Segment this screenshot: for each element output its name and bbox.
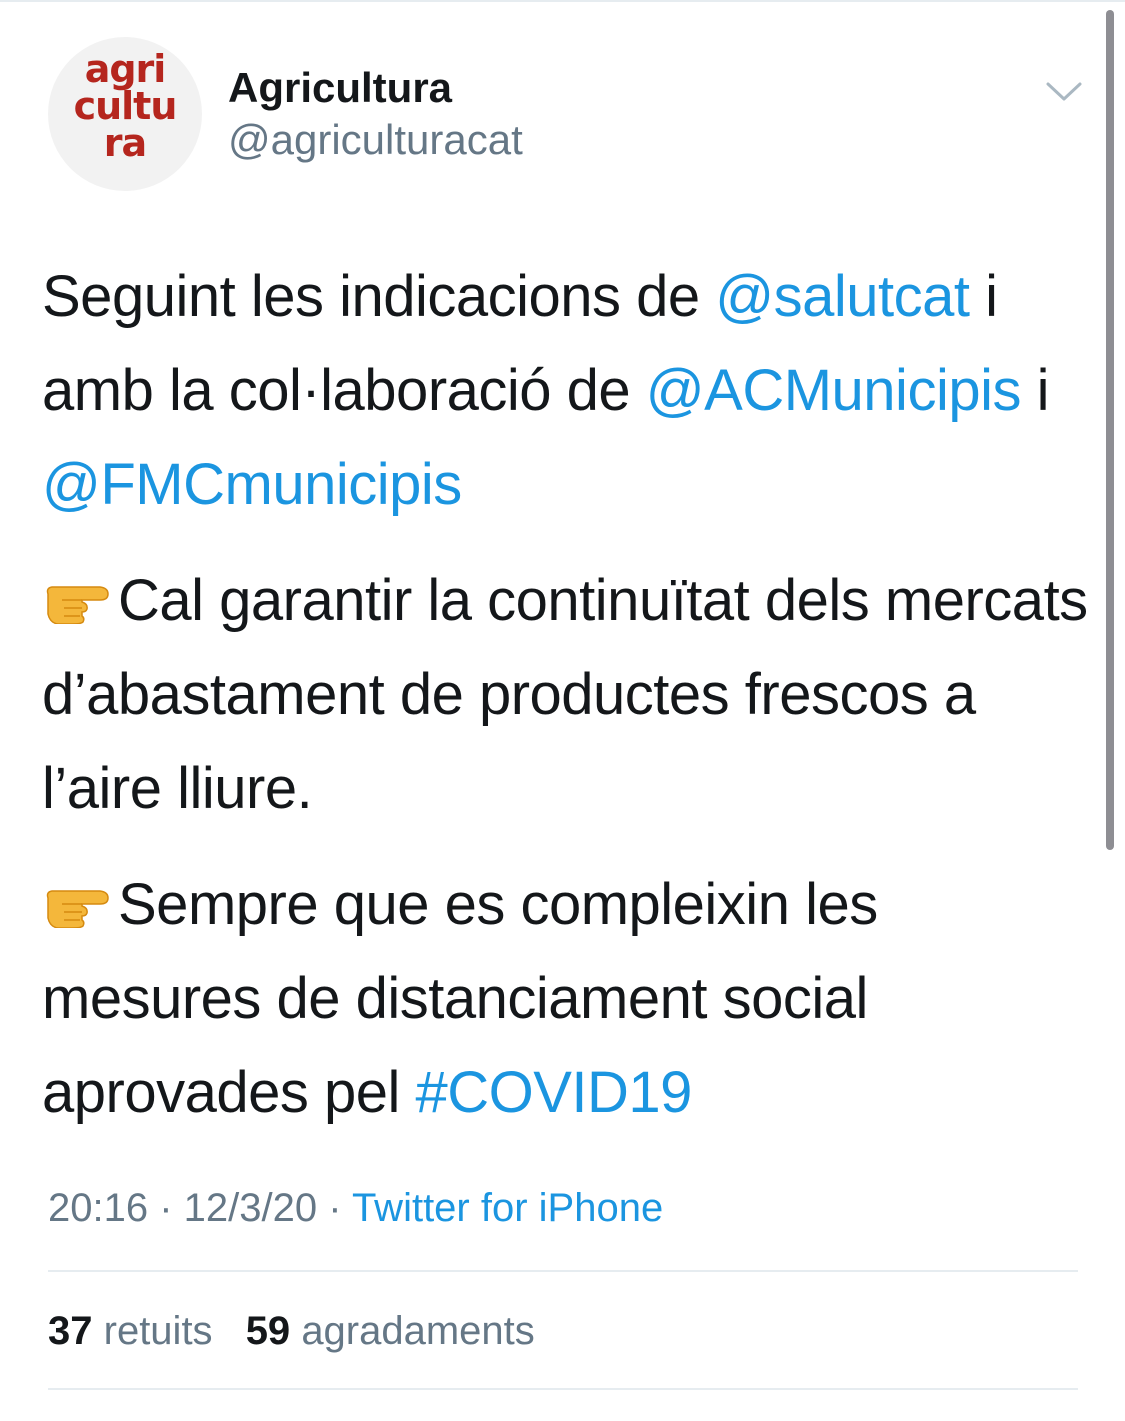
tweet-date: 12/3/20	[183, 1186, 318, 1230]
pointing-hand-icon	[46, 586, 109, 624]
bullet-text: Cal garantir la continuïtat dels mercats…	[42, 568, 1088, 821]
divider	[48, 1270, 1078, 1272]
avatar-logo-line: agri	[84, 47, 167, 91]
likes-stat[interactable]: 59 agradaments	[246, 1309, 535, 1353]
chevron-down-icon[interactable]	[1044, 72, 1084, 112]
meta-separator: ·	[317, 1186, 352, 1230]
likes-count: 59	[245, 1309, 291, 1353]
text-segment: Seguint les indicacions de	[42, 264, 716, 329]
tweet-paragraph: Cal garantir la continuïtat dels mercats…	[42, 554, 1092, 836]
retweets-label: retuits	[103, 1309, 213, 1353]
mention-link-acmunicipis[interactable]: @ACMunicipis	[646, 358, 1022, 423]
avatar-logo-line: cultu	[73, 84, 178, 128]
mention-link-salutcat[interactable]: @salutcat	[715, 264, 970, 329]
tweet-paragraph: Sempre que es compleixin les mesures de …	[42, 858, 1092, 1140]
author-handle[interactable]: @agriculturacat	[228, 114, 523, 166]
divider	[48, 1388, 1078, 1390]
meta-separator: ·	[148, 1186, 184, 1230]
likes-label: agradaments	[301, 1309, 535, 1353]
retweets-count: 37	[48, 1309, 93, 1353]
tweet-text: Seguint les indicacions de @salutcat i a…	[42, 250, 1092, 1162]
tweet-source-link[interactable]: Twitter for iPhone	[352, 1186, 663, 1230]
tweet-meta: 20:16 · 12/3/20 · Twitter for iPhone	[48, 1182, 663, 1234]
mention-link-fmcmunicipis[interactable]: @FMCmunicipis	[42, 452, 462, 517]
tweet-time: 20:16	[48, 1186, 149, 1230]
text-segment: i	[1020, 358, 1050, 423]
avatar-logo: agri cultu ra	[48, 47, 202, 165]
tweet-paragraph: Seguint les indicacions de @salutcat i a…	[42, 250, 1092, 532]
avatar[interactable]: agri cultu ra	[48, 37, 202, 191]
tweet-stats: 37 retuits 59 agradaments	[48, 1305, 557, 1357]
top-divider	[0, 0, 1125, 2]
scrollbar[interactable]	[1106, 10, 1114, 850]
avatar-logo-line: ra	[103, 121, 147, 165]
pointing-hand-icon	[46, 890, 109, 928]
retweets-stat[interactable]: 37 retuits	[48, 1309, 213, 1353]
hashtag-link-covid19[interactable]: #COVID19	[415, 1060, 692, 1125]
author-display-name[interactable]: Agricultura	[228, 62, 452, 114]
